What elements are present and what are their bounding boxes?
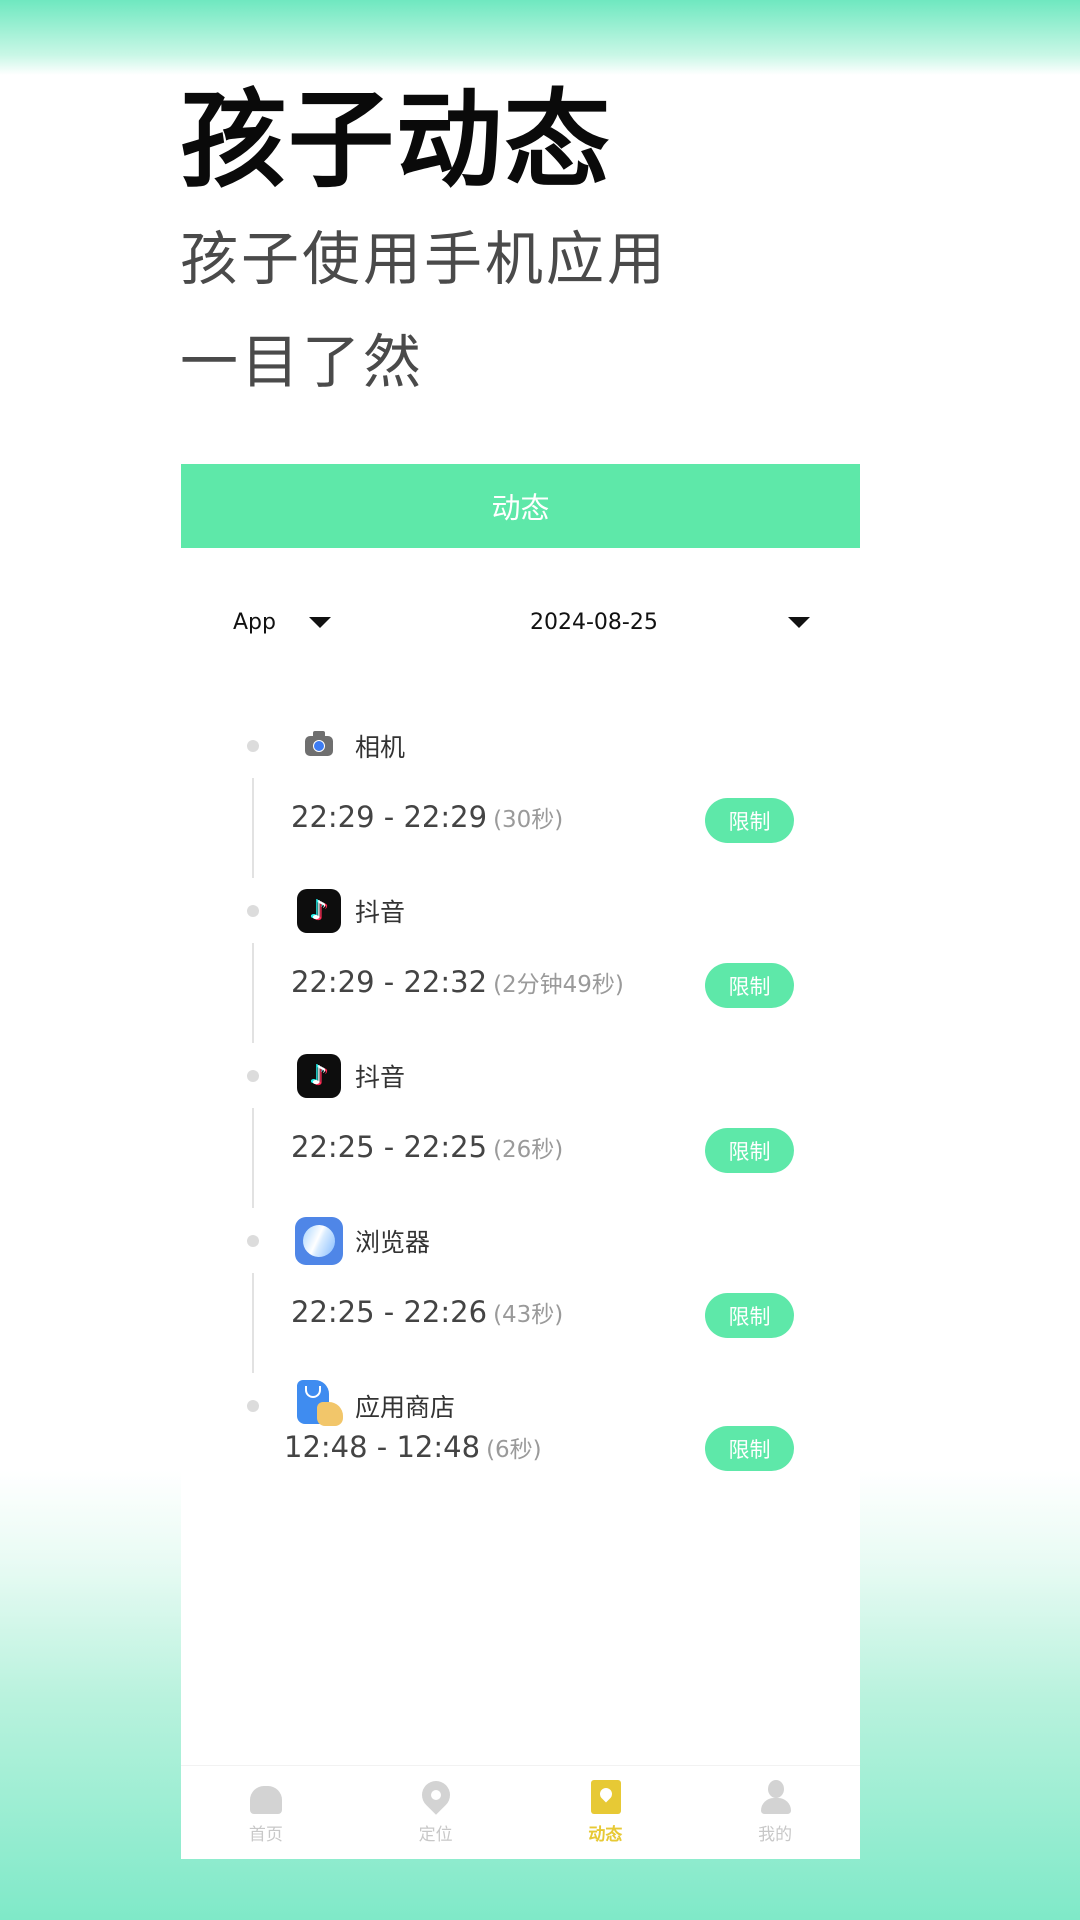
tab-activity[interactable]: 动态 [521,1766,691,1859]
browser-icon [295,1217,343,1265]
timeline-line [252,1108,254,1208]
activity-duration: (6秒) [486,1437,542,1463]
activity-time: 12:48 - 12:48 (6秒) [284,1430,542,1464]
tab-profile[interactable]: 我的 [690,1766,860,1859]
camera-icon [297,724,341,768]
tab-label: 动态 [588,1825,623,1845]
activity-app-name: 抖音 [355,898,406,927]
timeline-line [252,778,254,878]
home-icon [248,1780,284,1816]
activity-app-name: 浏览器 [355,1228,431,1257]
activity-time-range: 22:25 - 22:26 [291,1295,488,1329]
timeline-dot [247,905,259,917]
top-bar: 动态 [181,464,860,548]
activity-time-range: 22:25 - 22:25 [291,1130,488,1164]
activity-duration: (43秒) [493,1302,564,1328]
hero-subtitle-line2: 一目了然 [180,328,425,396]
timeline-dot [247,1235,259,1247]
timeline-dot [247,1070,259,1082]
limit-button[interactable]: 限制 [705,1293,794,1338]
page-title: 动态 [491,491,550,525]
activity-duration: (26秒) [493,1137,564,1163]
activity-time-range: 22:29 - 22:29 [291,800,488,834]
phone-screen: 动态 App 2024-08-25 相机 22:29 - 22:29 (30秒) … [181,464,860,1859]
location-pin-icon [415,1775,456,1816]
activity-time: 22:29 - 22:32 (2分钟49秒) [291,965,624,999]
activity-icon [587,1780,623,1816]
user-icon [757,1780,793,1816]
limit-button[interactable]: 限制 [705,1426,794,1471]
tab-label: 定位 [418,1825,453,1845]
timeline-dot [247,1400,259,1412]
chevron-down-icon [308,616,331,628]
tab-location[interactable]: 定位 [351,1766,521,1859]
tab-label: 首页 [248,1825,283,1845]
activity-time: 22:25 - 22:26 (43秒) [291,1295,563,1329]
date-filter-value: 2024-08-25 [530,609,658,635]
activity-item: 浏览器 22:25 - 22:26 (43秒) 限制 [181,1205,860,1373]
timeline-dot [247,740,259,752]
limit-button[interactable]: 限制 [705,963,794,1008]
app-store-icon [295,1380,343,1428]
chevron-down-icon [788,616,810,628]
activity-time: 22:29 - 22:29 (30秒) [291,800,563,834]
douyin-icon: ♪ [297,889,341,933]
activity-item: ♪ 抖音 22:29 - 22:32 (2分钟49秒) 限制 [181,875,860,1043]
activity-app-name: 抖音 [355,1063,406,1092]
activity-time: 22:25 - 22:25 (26秒) [291,1130,563,1164]
timeline-line [252,943,254,1043]
activity-time-range: 12:48 - 12:48 [284,1430,481,1464]
activity-app-name: 相机 [355,733,406,762]
app-filter-value: App [233,609,276,635]
app-filter-dropdown[interactable]: App [233,597,331,647]
limit-button[interactable]: 限制 [705,798,794,843]
date-filter-dropdown[interactable]: 2024-08-25 [530,597,820,647]
bottom-tab-bar: 首页 定位 动态 我的 [181,1765,860,1859]
activity-duration: (30秒) [493,807,564,833]
douyin-icon: ♪ [297,1054,341,1098]
activity-item: 相机 22:29 - 22:29 (30秒) 限制 [181,710,860,878]
limit-button[interactable]: 限制 [705,1128,794,1173]
hero-title: 孩子动态 [180,77,612,202]
activity-app-name: 应用商店 [355,1393,456,1422]
activity-item: 应用商店 12:48 - 12:48 (6秒) 限制 [181,1370,860,1535]
activity-item: ♪ 抖音 22:25 - 22:25 (26秒) 限制 [181,1040,860,1208]
activity-time-range: 22:29 - 22:32 [291,965,488,999]
timeline-line [252,1273,254,1373]
tab-home[interactable]: 首页 [181,1766,351,1859]
activity-duration: (2分钟49秒) [493,972,624,998]
tab-label: 我的 [758,1825,793,1845]
hero-subtitle-line1: 孩子使用手机应用 [180,225,669,293]
